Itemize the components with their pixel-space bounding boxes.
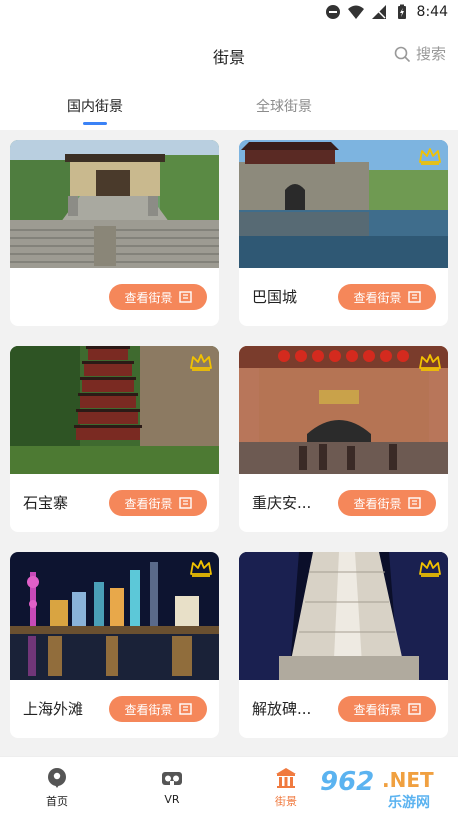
scene-card[interactable]: 石宝寨 查看街景 (10, 346, 219, 532)
button-label: 查看街景 (353, 290, 402, 305)
status-icons: 8:44 (325, 4, 448, 20)
building-icon (178, 497, 192, 509)
scene-image-baguocheng (239, 140, 448, 268)
scene-name: 上海外滩 (23, 700, 84, 718)
temple-icon (276, 768, 296, 788)
search-button[interactable]: 搜索 (394, 43, 446, 64)
search-label: 搜索 (415, 45, 446, 63)
nav-label: 首页 (46, 795, 68, 808)
scene-image-shanghai-bund (10, 552, 219, 680)
building-icon (407, 291, 421, 303)
button-label: 查看街景 (353, 496, 402, 511)
scene-card[interactable]: 重庆安... 查看街景 (239, 346, 448, 532)
vip-crown-icon (190, 560, 212, 577)
scene-card[interactable]: 上海外滩 查看街景 (10, 552, 219, 738)
scene-image-jiefangbei (239, 552, 448, 680)
scene-card[interactable]: 解放碑... 查看街景 (239, 552, 448, 738)
page-title: 街景 (212, 48, 245, 67)
view-streetview-button[interactable]: 查看街景 (109, 284, 207, 310)
button-label: 查看街景 (124, 496, 173, 511)
scene-card[interactable]: 巴国城 查看街景 (239, 140, 448, 326)
scene-name: 巴国城 (252, 288, 298, 306)
header: 街景 搜索 国内街景 全球街景 (0, 26, 458, 130)
tab-bar: 国内街景 全球街景 (0, 96, 458, 130)
location-pin-icon (48, 768, 66, 788)
vip-crown-icon (190, 354, 212, 371)
tab-active-indicator (83, 122, 107, 125)
scene-image-chongqing-gate (239, 346, 448, 474)
nav-label: 街景 (275, 795, 297, 808)
scene-name: 重庆安... (252, 494, 312, 512)
view-streetview-button[interactable]: 查看街景 (109, 490, 207, 516)
tab-domestic[interactable]: 国内街景 (30, 96, 160, 125)
tab-label: 全球街景 (256, 99, 312, 115)
button-label: 查看街景 (124, 290, 173, 305)
tab-global[interactable]: 全球街景 (219, 96, 349, 116)
scene-name: 解放碑... (252, 700, 312, 718)
watermark-logo: 962 .NET 乐游网 (320, 767, 434, 809)
building-icon (178, 703, 192, 715)
bottom-nav: 首页 VR 街景 962 .NET 乐游网 (0, 756, 458, 814)
tab-label: 国内街景 (67, 99, 123, 115)
vip-crown-icon (419, 354, 441, 371)
view-streetview-button[interactable]: 查看街景 (338, 284, 436, 310)
watermark-text: 乐游网 (388, 794, 430, 809)
scene-card[interactable]: 查看街景 (10, 140, 219, 326)
search-icon (394, 46, 410, 62)
do-not-disturb-icon (325, 5, 340, 19)
building-icon (407, 497, 421, 509)
watermark-suffix: .NET (382, 768, 434, 792)
nav-item-streetview[interactable]: 街景 (256, 767, 316, 809)
status-bar: 8:44 (0, 0, 458, 26)
nav-item-home[interactable]: 首页 (27, 767, 87, 809)
battery-charging-icon (397, 4, 406, 19)
button-label: 查看街景 (124, 702, 173, 717)
scene-image-temple (10, 140, 219, 268)
vip-crown-icon (419, 560, 441, 577)
nav-item-vr[interactable]: VR (142, 767, 202, 806)
nav-label: VR (164, 793, 180, 806)
button-label: 查看街景 (353, 702, 402, 717)
view-streetview-button[interactable]: 查看街景 (338, 696, 436, 722)
no-signal-icon (371, 5, 386, 19)
view-streetview-button[interactable]: 查看街景 (338, 490, 436, 516)
building-icon (178, 291, 192, 303)
vip-crown-icon (419, 148, 441, 165)
wifi-icon (347, 5, 364, 19)
building-icon (407, 703, 421, 715)
view-streetview-button[interactable]: 查看街景 (109, 696, 207, 722)
status-time: 8:44 (416, 4, 448, 20)
scene-name: 石宝寨 (23, 494, 69, 512)
scene-image-shibaozhai (10, 346, 219, 474)
vr-headset-icon (162, 772, 182, 785)
watermark-number: 962 (320, 767, 374, 797)
